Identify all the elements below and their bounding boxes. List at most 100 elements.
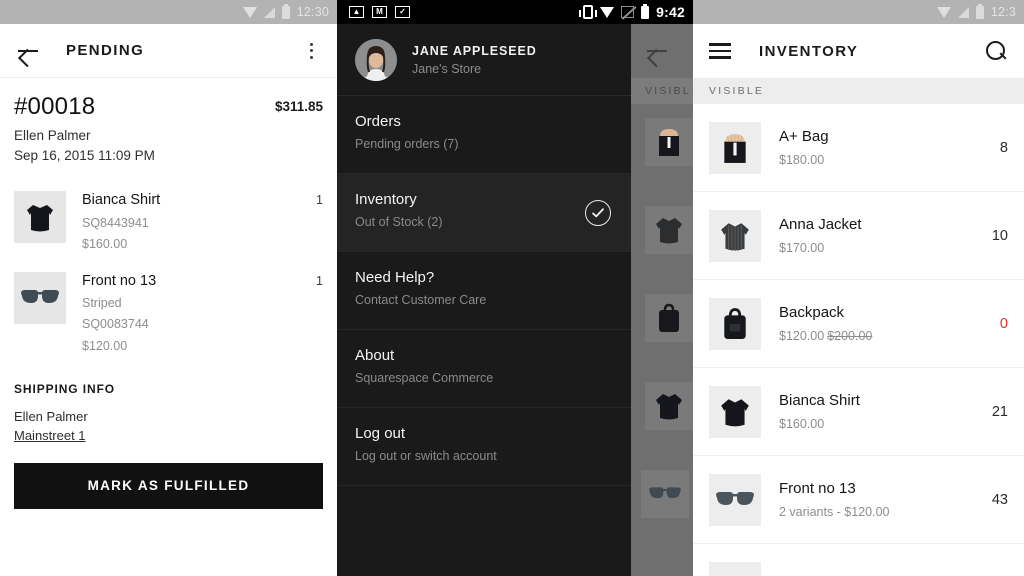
drawer-content: JANE APPLESEED Jane's Store Orders Pendi… bbox=[337, 24, 631, 576]
order-total: $311.85 bbox=[274, 99, 323, 114]
drawer-item-title: Inventory bbox=[355, 191, 417, 208]
line-item[interactable]: Bianca Shirt SQ8443941 $160.00 1 bbox=[14, 185, 323, 266]
order-appbar: PENDING bbox=[0, 24, 337, 78]
inventory-row[interactable]: Front no 13 2 variants - $120.00 43 bbox=[693, 456, 1024, 544]
sunglasses-icon bbox=[709, 473, 761, 526]
mark-as-fulfilled-button[interactable]: MARK AS FULFILLED bbox=[14, 462, 323, 509]
order-line-items: Bianca Shirt SQ8443941 $160.00 1 Front n… bbox=[14, 185, 323, 368]
inventory-list: A+ Bag $180.00 8 Anna Jacket $170.00 10 bbox=[693, 104, 1024, 576]
page-title: PENDING bbox=[66, 42, 145, 59]
wifi-icon bbox=[242, 6, 257, 18]
line-item-sku: SQ0083744 bbox=[82, 317, 149, 332]
profile-header[interactable]: JANE APPLESEED Jane's Store bbox=[337, 24, 631, 96]
drawer-item-inventory[interactable]: Inventory Out of Stock (2) bbox=[337, 174, 631, 252]
inventory-statusbar: 12:3 bbox=[693, 0, 1024, 24]
battery-icon bbox=[281, 3, 290, 19]
navigation-drawer-panel: ▲ M ✓ 9:42 JANE APPLESEED Jane's Store O… bbox=[337, 0, 693, 576]
shirt-icon bbox=[709, 385, 761, 438]
inventory-item-count: 0 bbox=[999, 315, 1008, 332]
inventory-item-price: $170.00 bbox=[779, 241, 825, 255]
battery-icon bbox=[641, 3, 650, 19]
signal-off-icon bbox=[621, 6, 635, 18]
tab-visible[interactable]: VISIBLE bbox=[709, 85, 764, 97]
profile-text: JANE APPLESEED Jane's Store bbox=[412, 44, 537, 76]
inventory-row[interactable]: Front no 4 73 bbox=[693, 544, 1024, 576]
inventory-row[interactable]: A+ Bag $180.00 8 bbox=[693, 104, 1024, 192]
check-circle-icon bbox=[585, 199, 611, 226]
scrim-row bbox=[631, 342, 693, 430]
scrim-tab-label: VISIBL bbox=[645, 85, 691, 97]
line-item-name: Bianca Shirt bbox=[82, 192, 161, 209]
shipping-name: Ellen Palmer bbox=[14, 408, 88, 424]
inventory-item-name: Bianca Shirt bbox=[779, 392, 860, 409]
avatar bbox=[355, 38, 397, 81]
inventory-item-old-price: $200.00 bbox=[827, 329, 873, 343]
overflow-menu-icon[interactable] bbox=[301, 42, 321, 59]
hamburger-menu-icon[interactable] bbox=[709, 43, 731, 59]
inventory-row[interactable]: Backpack $120.00 $200.00 0 bbox=[693, 280, 1024, 368]
line-item-price: $120.00 bbox=[82, 338, 128, 353]
order-header: #00018 $311.85 bbox=[14, 78, 323, 120]
inventory-item-price: 2 variants - $120.00 bbox=[779, 505, 890, 519]
inventory-item-info: Anna Jacket $170.00 bbox=[779, 216, 982, 255]
drawer-item-title: About bbox=[355, 347, 395, 364]
product-icon bbox=[709, 561, 761, 576]
inventory-item-name: Backpack bbox=[779, 304, 845, 321]
drawer-item-subtitle: Pending orders (7) bbox=[355, 137, 459, 151]
shipping-address-link[interactable]: Mainstreet 1 bbox=[14, 428, 86, 443]
back-arrow-icon bbox=[645, 39, 669, 63]
line-item[interactable]: Front no 13 Striped SQ0083744 $120.00 1 bbox=[14, 266, 323, 368]
drawer-scrim-overlay[interactable]: VISIBL bbox=[631, 24, 693, 576]
wifi-icon bbox=[936, 6, 951, 18]
jacket-icon bbox=[709, 209, 761, 262]
drawer-item-log-out[interactable]: Log out Log out or switch account bbox=[337, 408, 631, 486]
inventory-row[interactable]: Bianca Shirt $160.00 21 bbox=[693, 368, 1024, 456]
drawer-item-title: Need Help? bbox=[355, 269, 435, 286]
shipping-info-heading: SHIPPING INFO bbox=[14, 381, 116, 396]
inventory-appbar: INVENTORY bbox=[693, 24, 1024, 78]
line-item-name: Front no 13 bbox=[82, 273, 157, 290]
inventory-item-name: Front no 13 bbox=[779, 480, 856, 497]
statusbar-time: 12:30 bbox=[296, 5, 329, 19]
order-statusbar: 12:30 bbox=[0, 0, 337, 24]
inventory-item-count: 10 bbox=[991, 227, 1008, 244]
search-icon[interactable] bbox=[984, 39, 1008, 63]
inventory-item-name: A+ Bag bbox=[779, 128, 829, 145]
inventory-item-price: $120.00 $200.00 bbox=[779, 329, 990, 343]
drawer-item-subtitle: Contact Customer Care bbox=[355, 293, 487, 307]
sunglasses-icon bbox=[14, 272, 66, 325]
inventory-item-price: $180.00 bbox=[779, 153, 825, 167]
line-item-variant: Striped bbox=[82, 296, 122, 311]
scrim-row bbox=[631, 166, 693, 254]
image-notification-icon: ▲ bbox=[349, 6, 364, 18]
page-title: INVENTORY bbox=[759, 42, 859, 60]
bag-icon bbox=[645, 118, 693, 166]
order-body: #00018 $311.85 Ellen Palmer Sep 16, 2015… bbox=[0, 78, 337, 445]
backpack-icon bbox=[645, 294, 693, 342]
profile-name: JANE APPLESEED bbox=[412, 43, 537, 58]
drawer-item-about[interactable]: About Squarespace Commerce bbox=[337, 330, 631, 408]
shirt-icon bbox=[14, 191, 66, 244]
vibrate-icon bbox=[579, 5, 598, 19]
inventory-tabbar: VISIBLE bbox=[693, 78, 1024, 104]
back-arrow-icon[interactable] bbox=[16, 39, 40, 63]
drawer-item-orders[interactable]: Orders Pending orders (7) bbox=[337, 96, 631, 174]
signal-icon bbox=[263, 6, 275, 18]
inventory-item-info: Front no 13 2 variants - $120.00 bbox=[779, 480, 982, 519]
backpack-icon bbox=[709, 297, 761, 350]
statusbar-time: 12:3 bbox=[990, 5, 1016, 19]
profile-store: Jane's Store bbox=[412, 61, 482, 76]
drawer-statusbar: ▲ M ✓ 9:42 bbox=[337, 0, 693, 24]
order-number: #00018 bbox=[14, 93, 96, 120]
mail-check-notification-icon: ✓ bbox=[395, 6, 410, 18]
inventory-item-count: 21 bbox=[991, 403, 1008, 420]
gmail-notification-icon: M bbox=[372, 6, 387, 18]
scrim-row bbox=[631, 430, 693, 518]
line-item-info: Bianca Shirt SQ8443941 $160.00 bbox=[82, 191, 316, 252]
inventory-row[interactable]: Anna Jacket $170.00 10 bbox=[693, 192, 1024, 280]
line-item-price: $160.00 bbox=[82, 236, 128, 251]
bag-icon bbox=[709, 121, 761, 174]
drawer-item-title: Log out bbox=[355, 425, 406, 442]
drawer-item-need-help[interactable]: Need Help? Contact Customer Care bbox=[337, 252, 631, 330]
inventory-item-sale-price: $120.00 bbox=[779, 329, 825, 343]
